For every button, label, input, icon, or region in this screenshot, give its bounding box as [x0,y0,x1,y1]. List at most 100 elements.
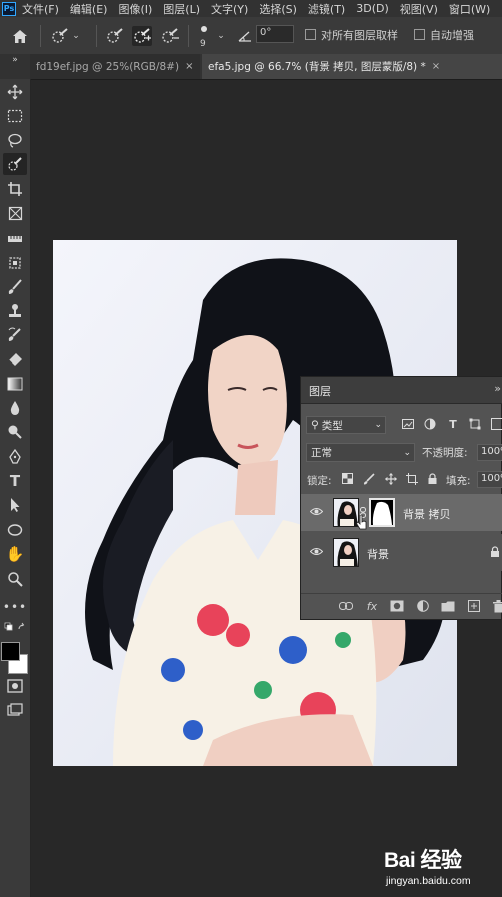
dodge-tool-icon[interactable] [3,421,27,443]
add-to-selection-icon[interactable] [132,26,152,46]
angle-input[interactable]: 0° [256,25,294,43]
gradient-tool-icon[interactable] [3,373,27,395]
layer-mask-thumbnail[interactable] [369,498,395,527]
mouse-cursor-icon [355,514,368,531]
marquee-tool-icon[interactable] [3,105,27,127]
new-layer-icon[interactable] [467,599,481,613]
menu-type[interactable]: 文字(Y) [211,1,248,17]
smart-object-filter-icon[interactable] [490,417,502,431]
visibility-eye-icon[interactable] [309,507,324,517]
more-tools-icon[interactable]: ••• [3,596,27,618]
menu-edit[interactable]: 编辑(E) [70,1,108,17]
search-icon: ⚲ [311,419,319,431]
zoom-tool-icon[interactable] [3,568,27,590]
layer-row-background-copy[interactable]: 背景 拷贝 [301,494,502,531]
menu-bar: Ps 文件(F) 编辑(E) 图像(I) 图层(L) 文字(Y) 选择(S) 滤… [0,0,502,17]
layer-thumbnail[interactable] [333,538,359,567]
screen-mode-icon[interactable] [3,699,27,721]
menu-3d[interactable]: 3D(D) [356,2,389,15]
chevron-down-icon[interactable]: ⌄ [70,26,82,46]
group-icon[interactable] [441,599,455,613]
close-icon[interactable]: × [185,61,193,72]
lasso-tool-icon[interactable] [3,129,27,151]
brush-tool-icon[interactable] [3,276,27,298]
tools-panel: » T ✋ ••• [0,55,31,897]
chevron-down-icon: ⌄ [403,447,411,458]
layer-kind-filter[interactable]: ⚲ 类型 ⌄ [306,416,386,434]
opacity-input[interactable]: 100% [477,444,502,461]
frame-tool-icon[interactable] [3,202,27,224]
auto-enhance-checkbox[interactable] [414,29,425,40]
layer-name[interactable]: 背景 拷贝 [403,506,451,522]
menu-filter[interactable]: 滤镜(T) [308,1,345,17]
layer-row-background[interactable]: 背景 [301,534,502,571]
add-mask-icon[interactable] [390,599,404,613]
chevron-down-icon[interactable]: ⌄ [215,26,227,46]
hand-tool-icon[interactable]: ✋ [3,543,27,565]
healing-brush-tool-icon[interactable] [3,252,27,274]
quick-mask-icon[interactable] [3,675,27,697]
blur-tool-icon[interactable] [3,397,27,419]
fill-label: 填充: [446,475,471,487]
type-tool-icon[interactable]: T [3,470,27,492]
close-icon[interactable]: × [432,61,440,72]
lock-position-icon[interactable] [384,472,397,485]
pixel-layer-filter-icon[interactable] [401,417,415,431]
eraser-tool-icon[interactable] [3,348,27,370]
lock-all-icon[interactable] [426,472,439,485]
chevron-down-icon: ⌄ [374,420,382,430]
brush-size-value: 9 [200,39,206,49]
clone-stamp-tool-icon[interactable] [3,300,27,322]
watermark-url: jingyan.baidu.com [386,875,471,887]
menu-select[interactable]: 选择(S) [259,1,297,17]
menu-layer[interactable]: 图层(L) [163,1,200,17]
sample-all-layers-checkbox[interactable] [305,29,316,40]
kind-filter-value: 类型 [321,419,343,432]
menu-image[interactable]: 图像(I) [118,1,152,17]
fill-input[interactable]: 100% [477,471,502,488]
document-tab-bar: fd19ef.jpg @ 25%(RGB/8#) × efa5.jpg @ 66… [0,54,502,80]
blend-mode-select[interactable]: 正常 ⌄ [306,443,415,462]
layer-name[interactable]: 背景 [367,546,389,562]
pen-tool-icon[interactable] [3,446,27,468]
quick-selection-tool-icon[interactable] [3,153,27,175]
baidu-jingyan-watermark: Bai 经验 jingyan.baidu.com [382,844,500,890]
delete-layer-icon[interactable] [491,599,502,613]
watermark-logo: Bai 经验 [384,849,462,872]
visibility-eye-icon[interactable] [309,547,324,557]
toolbar-collapse-icon[interactable]: » [3,55,27,65]
tab-label: fd19ef.jpg @ 25%(RGB/8#) [36,60,180,73]
move-tool-icon[interactable] [3,81,27,103]
ellipse-tool-icon[interactable] [3,519,27,541]
foreground-color-swatch[interactable] [1,642,20,661]
default-colors-icon[interactable] [3,621,27,633]
link-layers-icon[interactable] [339,599,353,613]
ruler-tool-icon[interactable] [3,228,27,250]
lock-transparent-pixels-icon[interactable] [341,472,354,485]
menu-file[interactable]: 文件(F) [22,1,59,17]
quick-selection-icon[interactable] [50,26,70,46]
brush-preset-icon[interactable] [196,23,212,35]
menu-window[interactable]: 窗口(W) [449,1,490,17]
lock-icon[interactable] [490,546,500,558]
new-selection-icon[interactable] [105,26,125,46]
panel-collapse-icon[interactable]: » [494,382,501,395]
lock-artboard-icon[interactable] [405,472,418,485]
shape-layer-filter-icon[interactable] [468,417,482,431]
subtract-from-selection-icon[interactable] [160,26,180,46]
fx-icon[interactable]: fx [365,599,379,613]
layers-panel-title[interactable]: 图层 [309,383,331,399]
adjustment-layer-filter-icon[interactable] [423,417,437,431]
tab-efa5[interactable]: efa5.jpg @ 66.7% (背景 拷贝, 图层蒙版/8) * × [202,54,502,79]
layers-panel: 图层 » ⚲ 类型 ⌄ T 正常 ⌄ 不透明度: 100% 锁定: 填充: 10… [300,376,502,620]
path-selection-tool-icon[interactable] [3,494,27,516]
adjustment-layer-icon[interactable] [416,599,430,613]
tab-fd19ef[interactable]: fd19ef.jpg @ 25%(RGB/8#) × [30,54,200,79]
home-icon[interactable] [10,26,30,46]
history-brush-tool-icon[interactable] [3,324,27,346]
menu-view[interactable]: 视图(V) [400,1,438,17]
lock-image-pixels-icon[interactable] [362,472,375,485]
type-layer-filter-icon[interactable]: T [446,417,460,431]
photoshop-logo: Ps [2,1,16,16]
crop-tool-icon[interactable] [3,178,27,200]
